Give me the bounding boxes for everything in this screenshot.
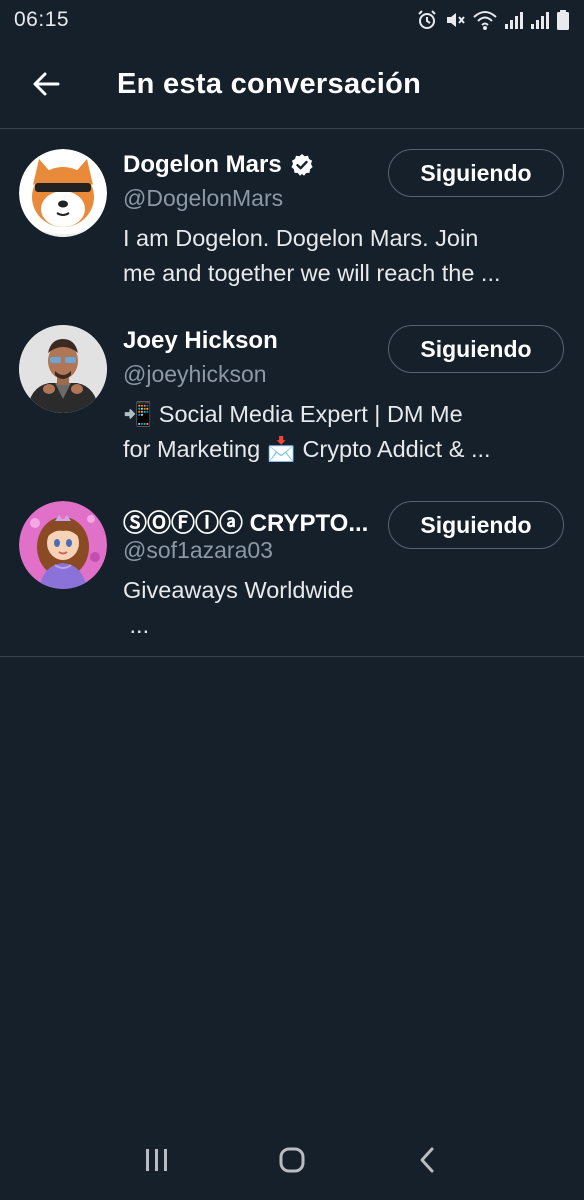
user-name-line: ⓈⓄⒻⒾⓐ CRYPTO... [123, 503, 368, 538]
user-bio: Giveaways Worldwide ... [123, 573, 563, 643]
recent-apps-button[interactable] [127, 1130, 187, 1190]
user-bio-line: 📲 Social Media Expert | DM Me [123, 401, 463, 427]
arrow-left-icon [33, 72, 60, 96]
status-bar: 06:15 [0, 0, 584, 40]
home-button[interactable] [262, 1130, 322, 1190]
user-name-line: Joey Hickson [123, 327, 278, 355]
user-name[interactable]: Joey Hickson [123, 327, 278, 355]
user-bio-line: Giveaways Worldwide [123, 577, 354, 603]
battery-icon [556, 9, 570, 31]
recent-apps-icon [146, 1149, 168, 1171]
status-icons [416, 9, 570, 31]
user-bio: I am Dogelon. Dogelon Mars. Join me and … [123, 221, 563, 291]
user-list: Dogelon Mars @DogelonMars I am Dogelon. … [0, 129, 584, 657]
user-bio-line: I am Dogelon. Dogelon Mars. Join [123, 225, 479, 251]
following-button[interactable]: Siguiendo [388, 149, 564, 197]
user-name-line: Dogelon Mars [123, 151, 314, 179]
user-bio-line: me and together we will reach the ... [123, 260, 501, 286]
following-button[interactable]: Siguiendo [388, 501, 564, 549]
user-bio-line: for Marketing 📩 Crypto Addict & ... [123, 436, 491, 462]
user-bio-line: ... [123, 612, 150, 638]
signal-icon [530, 9, 550, 31]
user-row[interactable]: ⓈⓄⒻⒾⓐ CRYPTO... @sof1azara03 Giveaways W… [0, 481, 584, 657]
wifi-icon [472, 9, 498, 31]
user-handle: @joeyhickson [123, 361, 267, 387]
page-title: En esta conversación [117, 67, 422, 100]
avatar[interactable] [19, 325, 107, 413]
mute-icon [444, 9, 466, 31]
screen: 06:15 En esta conversación Dogelon Mars … [0, 0, 584, 1200]
verified-badge-icon [291, 154, 313, 176]
user-handle: @sof1azara03 [123, 537, 273, 563]
navigation-bar [0, 1120, 584, 1200]
user-row[interactable]: Dogelon Mars @DogelonMars I am Dogelon. … [0, 129, 584, 305]
user-bio: 📲 Social Media Expert | DM Me for Market… [123, 397, 563, 467]
avatar[interactable] [19, 501, 107, 589]
back-nav-button[interactable] [397, 1130, 457, 1190]
status-time: 06:15 [14, 8, 70, 31]
header: En esta conversación [0, 40, 584, 129]
signal-icon [504, 9, 524, 31]
home-icon [279, 1147, 305, 1173]
user-name[interactable]: ⓈⓄⒻⒾⓐ CRYPTO... [123, 503, 368, 538]
back-icon [420, 1147, 434, 1173]
alarm-icon [416, 9, 438, 31]
user-row[interactable]: Joey Hickson @joeyhickson 📲 Social Media… [0, 305, 584, 481]
user-name[interactable]: Dogelon Mars [123, 151, 282, 179]
avatar[interactable] [19, 149, 107, 237]
back-button[interactable] [21, 59, 71, 109]
following-button[interactable]: Siguiendo [388, 325, 564, 373]
user-handle: @DogelonMars [123, 185, 284, 211]
